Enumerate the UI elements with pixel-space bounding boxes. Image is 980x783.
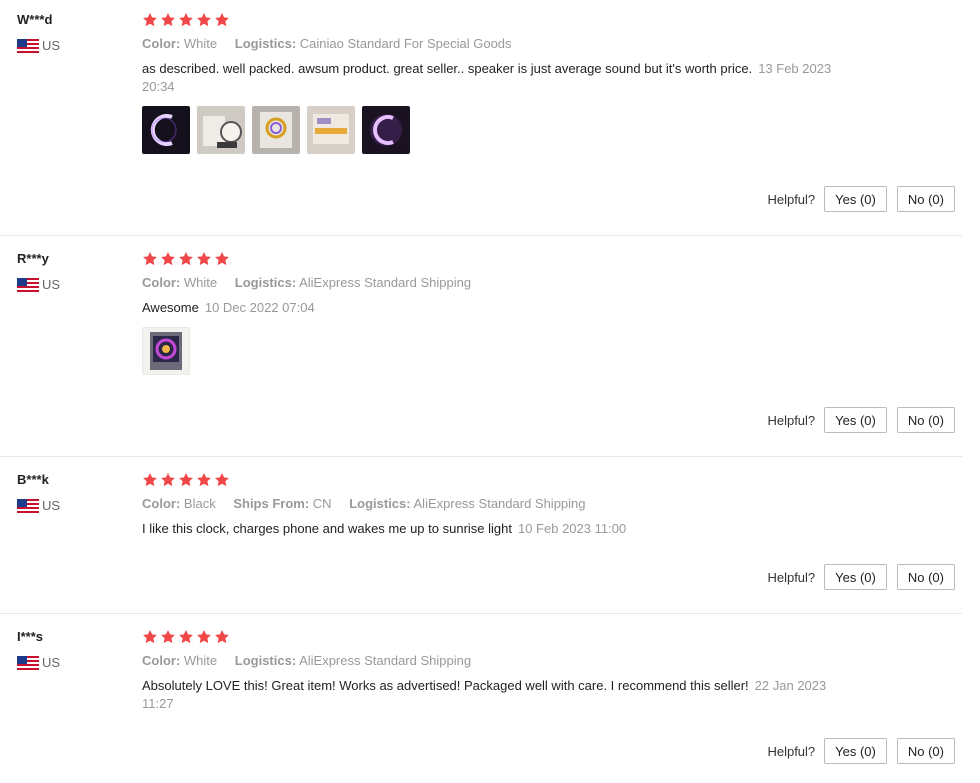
star-icon bbox=[161, 252, 175, 266]
star-icon bbox=[197, 13, 211, 27]
review-item: I***s US Color: White Logistics: AliExpr… bbox=[0, 629, 962, 779]
review-divider bbox=[0, 235, 962, 236]
helpful-label: Helpful? bbox=[767, 412, 816, 428]
star-icon bbox=[161, 473, 175, 487]
star-icon bbox=[161, 13, 175, 27]
review-attributes: Color: White Logistics: AliExpress Stand… bbox=[142, 275, 842, 291]
attr-logistics: Logistics: AliExpress Standard Shipping bbox=[234, 653, 472, 668]
star-icon bbox=[215, 252, 229, 266]
attr-logistics: Logistics: Cainiao Standard For Special … bbox=[234, 36, 512, 51]
user-country: US bbox=[17, 498, 137, 513]
review-item: R***y US Color: White Logistics: AliExpr… bbox=[0, 251, 962, 441]
review-content: Color: Black Ships From: CN Logistics: A… bbox=[142, 472, 842, 538]
review-text: as described. well packed. awsum product… bbox=[142, 61, 832, 94]
star-icon bbox=[179, 252, 193, 266]
star-icon bbox=[179, 630, 193, 644]
review-divider bbox=[0, 456, 962, 457]
star-rating bbox=[142, 12, 842, 28]
attr-ships-from: Ships From: CN bbox=[233, 496, 332, 511]
country-code: US bbox=[42, 498, 61, 513]
review-text: I like this clock, charges phone and wak… bbox=[142, 521, 627, 536]
country-code: US bbox=[42, 38, 61, 53]
review-user: I***s US bbox=[17, 629, 137, 670]
review-time: 10 Dec 2022 07:04 bbox=[204, 300, 315, 315]
vote-yes-button[interactable]: Yes (0) bbox=[824, 407, 887, 433]
vote-no-button[interactable]: No (0) bbox=[896, 407, 955, 433]
attr-color: Color: Black bbox=[142, 496, 216, 511]
star-icon bbox=[215, 473, 229, 487]
attr-color: Color: White bbox=[142, 36, 218, 51]
star-icon bbox=[179, 13, 193, 27]
user-name: W***d bbox=[17, 12, 53, 27]
review-photo[interactable] bbox=[362, 106, 410, 154]
star-rating bbox=[142, 251, 842, 267]
review-time: 10 Feb 2023 11:00 bbox=[517, 521, 627, 536]
helpful-vote: Helpful? Yes (0) No (0) bbox=[767, 738, 955, 764]
helpful-vote: Helpful? Yes (0) No (0) bbox=[767, 564, 955, 590]
helpful-vote: Helpful? Yes (0) No (0) bbox=[767, 186, 955, 212]
user-name: I***s bbox=[17, 629, 44, 644]
vote-yes-button[interactable]: Yes (0) bbox=[824, 564, 887, 590]
review-user: R***y US bbox=[17, 251, 137, 292]
user-name: R***y bbox=[17, 251, 49, 266]
us-flag-icon bbox=[17, 277, 39, 292]
star-icon bbox=[215, 630, 229, 644]
star-icon bbox=[143, 252, 157, 266]
star-rating bbox=[142, 629, 842, 645]
us-flag-icon bbox=[17, 655, 39, 670]
review-content: Color: White Logistics: Cainiao Standard… bbox=[142, 12, 842, 154]
attr-logistics: Logistics: AliExpress Standard Shipping bbox=[349, 496, 586, 511]
vote-no-button[interactable]: No (0) bbox=[896, 738, 955, 764]
vote-no-button[interactable]: No (0) bbox=[896, 186, 955, 212]
review-photos bbox=[142, 327, 842, 375]
review-text: Awesome 10 Dec 2022 07:04 bbox=[142, 300, 315, 315]
country-code: US bbox=[42, 277, 61, 292]
us-flag-icon bbox=[17, 38, 39, 53]
review-attributes: Color: Black Ships From: CN Logistics: A… bbox=[142, 496, 842, 512]
review-text: Absolutely LOVE this! Great item! Works … bbox=[142, 678, 827, 711]
review-photo[interactable] bbox=[142, 327, 190, 375]
attr-logistics: Logistics: AliExpress Standard Shipping bbox=[234, 275, 472, 290]
review-photo[interactable] bbox=[142, 106, 190, 154]
helpful-label: Helpful? bbox=[767, 743, 816, 759]
star-icon bbox=[143, 473, 157, 487]
review-item: B***k US Color: Black Ships From: CN Log… bbox=[0, 472, 962, 602]
review-content: Color: White Logistics: AliExpress Stand… bbox=[142, 629, 842, 713]
us-flag-icon bbox=[17, 498, 39, 513]
star-icon bbox=[197, 252, 211, 266]
review-user: W***d US bbox=[17, 12, 137, 53]
star-icon bbox=[179, 473, 193, 487]
review-photo[interactable] bbox=[307, 106, 355, 154]
attr-color: Color: White bbox=[142, 275, 218, 290]
review-item: W***d US Color: White Logistics: Cainiao… bbox=[0, 12, 962, 227]
helpful-label: Helpful? bbox=[767, 191, 816, 207]
star-icon bbox=[215, 13, 229, 27]
star-icon bbox=[197, 630, 211, 644]
attr-color: Color: White bbox=[142, 653, 218, 668]
review-list: W***d US Color: White Logistics: Cainiao… bbox=[0, 0, 980, 783]
star-icon bbox=[161, 630, 175, 644]
vote-no-button[interactable]: No (0) bbox=[896, 564, 955, 590]
star-icon bbox=[197, 473, 211, 487]
review-user: B***k US bbox=[17, 472, 137, 513]
review-photos bbox=[142, 106, 842, 154]
user-country: US bbox=[17, 655, 137, 670]
star-rating bbox=[142, 472, 842, 488]
helpful-label: Helpful? bbox=[767, 569, 816, 585]
review-attributes: Color: White Logistics: Cainiao Standard… bbox=[142, 36, 842, 52]
vote-yes-button[interactable]: Yes (0) bbox=[824, 738, 887, 764]
country-code: US bbox=[42, 655, 61, 670]
vote-yes-button[interactable]: Yes (0) bbox=[824, 186, 887, 212]
review-photo[interactable] bbox=[197, 106, 245, 154]
review-attributes: Color: White Logistics: AliExpress Stand… bbox=[142, 653, 842, 669]
review-photo[interactable] bbox=[252, 106, 300, 154]
review-content: Color: White Logistics: AliExpress Stand… bbox=[142, 251, 842, 375]
star-icon bbox=[143, 13, 157, 27]
user-country: US bbox=[17, 277, 137, 292]
review-divider bbox=[0, 613, 962, 614]
helpful-vote: Helpful? Yes (0) No (0) bbox=[767, 407, 955, 433]
user-name: B***k bbox=[17, 472, 49, 487]
star-icon bbox=[143, 630, 157, 644]
user-country: US bbox=[17, 38, 137, 53]
